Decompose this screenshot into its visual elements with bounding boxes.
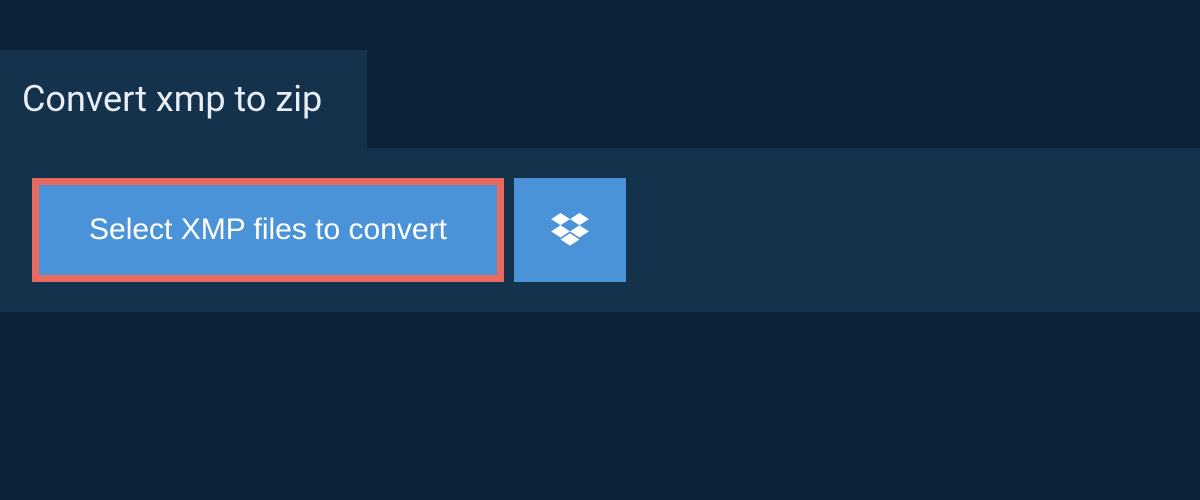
select-files-button[interactable]: Select XMP files to convert: [39, 185, 497, 275]
select-button-highlight: Select XMP files to convert: [32, 178, 504, 282]
select-files-label: Select XMP files to convert: [89, 213, 447, 247]
page-title: Convert xmp to zip: [22, 78, 322, 120]
dropbox-button[interactable]: [514, 178, 626, 282]
header-tab: Convert xmp to zip: [0, 50, 367, 148]
action-row: Select XMP files to convert: [0, 148, 1200, 312]
dropbox-icon: [551, 213, 589, 247]
